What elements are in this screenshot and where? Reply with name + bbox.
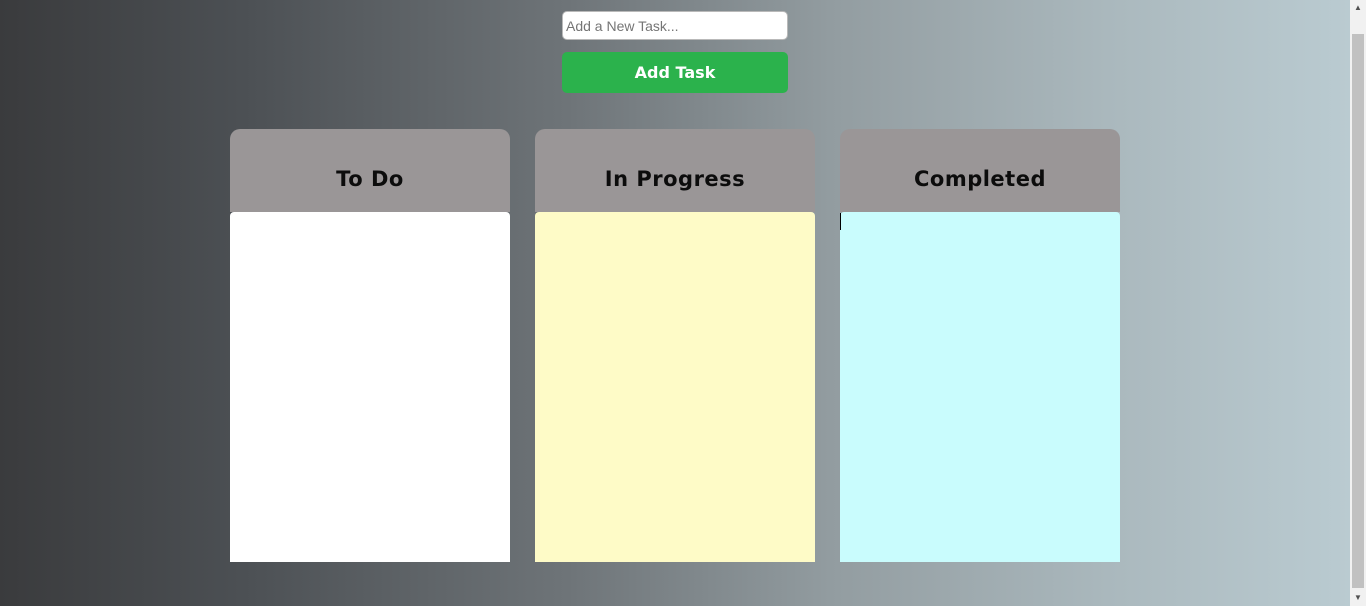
column-header-in-progress: In Progress: [535, 129, 815, 212]
scrollbar-thumb[interactable]: [1352, 34, 1364, 588]
column-title-todo: To Do: [336, 166, 404, 191]
column-todo: To Do: [230, 129, 510, 562]
page-background: Add Task To Do In Progress Completed: [0, 0, 1350, 606]
column-title-in-progress: In Progress: [604, 166, 746, 191]
arrow-up-icon[interactable]: ▲: [1350, 0, 1366, 16]
new-task-input[interactable]: [562, 11, 788, 40]
column-in-progress: In Progress: [535, 129, 815, 562]
add-task-button[interactable]: Add Task: [562, 52, 788, 93]
column-header-completed: Completed: [840, 129, 1120, 212]
vertical-scrollbar[interactable]: ▲ ▼: [1350, 0, 1366, 606]
column-completed: Completed: [840, 129, 1120, 562]
dropzone-todo[interactable]: [230, 212, 510, 562]
text-caret: [840, 213, 841, 230]
column-header-todo: To Do: [230, 129, 510, 212]
column-title-completed: Completed: [913, 166, 1046, 191]
dropzone-completed[interactable]: [840, 212, 1120, 562]
arrow-down-icon[interactable]: ▼: [1350, 590, 1366, 606]
dropzone-in-progress[interactable]: [535, 212, 815, 562]
